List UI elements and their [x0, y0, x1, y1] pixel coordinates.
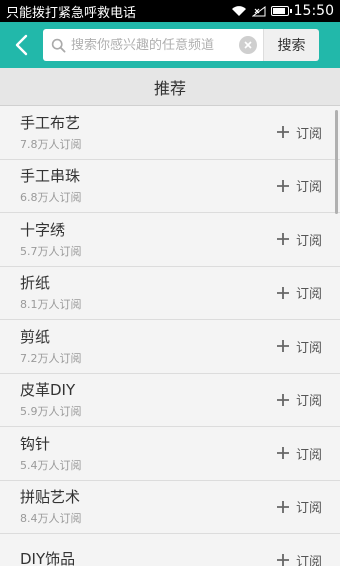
channel-name: 十字绣 [20, 220, 66, 239]
subscribe-label: 订阅 [295, 287, 322, 303]
list-item[interactable]: 钩针 5.4万人订阅 订阅 [0, 427, 340, 481]
plus-icon [276, 500, 289, 513]
section-title: 推荐 [0, 68, 340, 106]
subscribe-button[interactable]: 订阅 [276, 337, 322, 356]
subscribe-button[interactable]: 订阅 [276, 497, 322, 516]
plus-icon [276, 554, 289, 566]
plus-icon [276, 233, 289, 246]
subscribe-label: 订阅 [295, 126, 322, 142]
channel-name: 手工布艺 [20, 113, 81, 132]
subscribe-label: 订阅 [295, 233, 322, 249]
subscribe-button[interactable]: 订阅 [276, 230, 322, 249]
subscribe-button[interactable]: 订阅 [276, 176, 322, 195]
battery-icon [270, 6, 292, 16]
channel-name: 拼贴艺术 [20, 488, 81, 507]
subscriber-count: 8.4万人订阅 [20, 512, 82, 526]
subscriber-count: 5.9万人订阅 [20, 405, 82, 419]
close-icon [244, 41, 252, 49]
subscribe-label: 订阅 [295, 554, 322, 566]
search-box[interactable] [43, 29, 263, 61]
subscriber-count: 8.1万人订阅 [20, 298, 82, 312]
status-bar: 只能拨打紧急呼救电话 15:50 [0, 0, 340, 22]
subscribe-label: 订阅 [295, 340, 322, 356]
channel-name: 皮革DIY [20, 381, 76, 400]
channel-list[interactable]: 手工布艺 7.8万人订阅 订阅 手工串珠 6.8万人订阅 订阅 十字绣 5.7万… [0, 106, 340, 566]
list-item[interactable]: 十字绣 5.7万人订阅 订阅 [0, 213, 340, 267]
scrollbar[interactable] [335, 110, 338, 214]
subscriber-count: 5.4万人订阅 [20, 458, 82, 472]
carrier-text: 只能拨打紧急呼救电话 [6, 5, 137, 21]
list-item[interactable]: 皮革DIY 5.9万人订阅 订阅 [0, 374, 340, 427]
plus-icon [276, 340, 289, 353]
wifi-icon [231, 6, 246, 16]
list-item[interactable]: 拼贴艺术 8.4万人订阅 订阅 [0, 481, 340, 534]
channel-name: 剪纸 [20, 327, 51, 346]
list-item[interactable]: 剪纸 7.2万人订阅 订阅 [0, 320, 340, 374]
subscriber-count: 5.7万人订阅 [20, 244, 82, 258]
plus-icon [276, 393, 289, 406]
list-item[interactable]: 手工串珠 6.8万人订阅 订阅 [0, 160, 340, 213]
channel-name: 手工串珠 [20, 167, 81, 186]
chevron-left-icon [15, 34, 28, 56]
list-item[interactable]: 折纸 8.1万人订阅 订阅 [0, 267, 340, 320]
search-button[interactable]: 搜索 [263, 29, 319, 61]
list-item[interactable]: 手工布艺 7.8万人订阅 订阅 [0, 106, 340, 160]
subscribe-button[interactable]: 订阅 [276, 123, 322, 142]
subscriber-count: 6.8万人订阅 [20, 191, 82, 205]
list-item[interactable]: DIY饰品 订阅 [0, 534, 340, 566]
channel-name: 折纸 [20, 274, 51, 293]
status-icons: 15:50 [231, 3, 334, 19]
status-time: 15:50 [293, 3, 334, 19]
subscribe-label: 订阅 [295, 180, 322, 196]
subscribe-button[interactable]: 订阅 [276, 551, 322, 566]
no-signal-icon [251, 5, 266, 16]
search-icon [51, 38, 66, 52]
subscribe-button[interactable]: 订阅 [276, 283, 322, 302]
plus-icon [276, 447, 289, 460]
channel-name: DIY饰品 [20, 549, 76, 566]
subscribe-button[interactable]: 订阅 [276, 390, 322, 409]
search-header: 搜索 [0, 22, 340, 68]
channel-name: 钩针 [20, 434, 51, 453]
clear-search-button[interactable] [239, 36, 257, 54]
search-input[interactable] [71, 37, 239, 53]
plus-icon [276, 126, 289, 139]
plus-icon [276, 179, 289, 192]
back-button[interactable] [8, 27, 34, 63]
subscriber-count: 7.8万人订阅 [20, 137, 82, 151]
subscribe-button[interactable]: 订阅 [276, 444, 322, 463]
subscribe-label: 订阅 [295, 447, 322, 463]
subscribe-label: 订阅 [295, 501, 322, 517]
subscribe-label: 订阅 [295, 394, 322, 410]
subscriber-count: 7.2万人订阅 [20, 351, 82, 365]
plus-icon [276, 286, 289, 299]
